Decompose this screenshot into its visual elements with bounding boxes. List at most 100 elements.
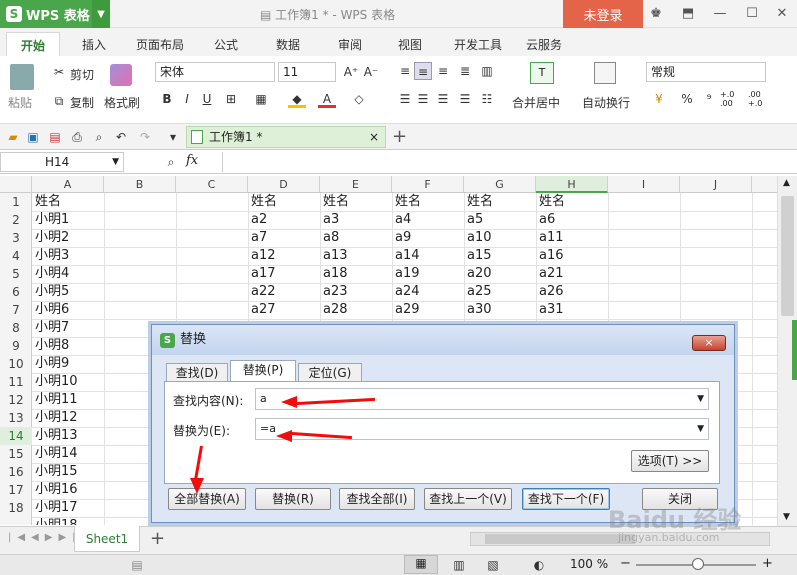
cell-header[interactable]: 姓名 xyxy=(249,193,319,211)
cell[interactable]: a27 xyxy=(249,301,319,319)
cell-a[interactable]: 小明8 xyxy=(33,337,103,355)
cell[interactable]: a11 xyxy=(537,229,607,247)
justify-icon[interactable]: ☰ xyxy=(456,90,474,108)
cell[interactable]: a29 xyxy=(393,301,463,319)
cell[interactable]: a21 xyxy=(537,265,607,283)
column-header[interactable]: I xyxy=(608,176,680,193)
cell[interactable]: a24 xyxy=(393,283,463,301)
tab-replace[interactable]: 替换(P) xyxy=(230,360,296,383)
cell[interactable]: a5 xyxy=(465,211,535,229)
customize-dropdown-icon[interactable]: ▾ xyxy=(164,128,182,146)
find-all-button[interactable]: 查找全部(I) xyxy=(339,488,415,510)
minimize-icon[interactable]: — xyxy=(712,6,728,22)
cell[interactable]: a12 xyxy=(249,247,319,265)
number-format-select[interactable]: 常规 xyxy=(646,62,766,82)
merge-center-button[interactable]: 合并居中 xyxy=(512,94,560,111)
row-header[interactable]: 7 xyxy=(0,301,32,319)
font-size-select[interactable]: 11 xyxy=(278,62,336,82)
tab-goto[interactable]: 定位(G) xyxy=(298,363,362,383)
normal-view-icon[interactable]: ▦ xyxy=(404,555,438,574)
cell-a[interactable]: 小明10 xyxy=(33,373,103,391)
cell-a[interactable]: 小明9 xyxy=(33,355,103,373)
cell-a[interactable]: 小明1 xyxy=(33,211,103,229)
paste-icon[interactable] xyxy=(10,64,34,90)
row-header[interactable]: 17 xyxy=(0,481,32,499)
name-box-dropdown-icon[interactable]: ▼ xyxy=(112,153,119,171)
decrease-decimal-button[interactable]: .00 +.0 xyxy=(748,90,770,108)
cell-a[interactable]: 小明14 xyxy=(33,445,103,463)
cell[interactable]: a10 xyxy=(465,229,535,247)
tab-insert[interactable]: 插入 xyxy=(82,36,106,53)
cell-a[interactable]: 小明3 xyxy=(33,247,103,265)
column-header[interactable]: F xyxy=(392,176,464,193)
cell-a[interactable]: 小明5 xyxy=(33,283,103,301)
align-top-icon[interactable]: ≡ xyxy=(396,62,414,80)
cell[interactable]: a18 xyxy=(321,265,391,283)
find-dropdown-icon[interactable]: ▼ xyxy=(697,389,704,409)
row-header[interactable]: 13 xyxy=(0,409,32,427)
row-header[interactable]: 3 xyxy=(0,229,32,247)
cell[interactable]: a23 xyxy=(321,283,391,301)
row-header-active[interactable]: 14 xyxy=(0,427,32,445)
cut-button[interactable]: 剪切 xyxy=(70,66,94,83)
tab-data[interactable]: 数据 xyxy=(276,36,300,53)
formula-input[interactable] xyxy=(222,152,797,172)
row-header[interactable]: 11 xyxy=(0,373,32,391)
cell[interactable]: a8 xyxy=(321,229,391,247)
cell[interactable]: a28 xyxy=(321,301,391,319)
cell-a[interactable]: 小明11 xyxy=(33,391,103,409)
format-painter-button[interactable]: 格式刷 xyxy=(104,94,140,111)
row-header[interactable]: 18 xyxy=(0,499,32,517)
open-folder-icon[interactable]: ▰ xyxy=(4,128,22,146)
row-header[interactable]: 15 xyxy=(0,445,32,463)
page-layout-view-icon[interactable]: ▥ xyxy=(450,556,468,574)
cell[interactable]: a6 xyxy=(537,211,607,229)
row-header[interactable]: 5 xyxy=(0,265,32,283)
cell-border-style-icon[interactable]: ▦ xyxy=(252,90,270,108)
column-header[interactable]: E xyxy=(320,176,392,193)
find-next-button[interactable]: 查找下一个(F) xyxy=(522,488,610,510)
dialog-close-button[interactable]: × xyxy=(692,335,726,351)
select-all-corner[interactable] xyxy=(0,176,32,193)
find-previous-button[interactable]: 查找上一个(V) xyxy=(424,488,512,510)
column-header[interactable]: G xyxy=(464,176,536,193)
export-pdf-icon[interactable]: ▤ xyxy=(46,128,64,146)
row-header[interactable]: 16 xyxy=(0,463,32,481)
page-break-view-icon[interactable]: ▧ xyxy=(484,556,502,574)
sheet-tab-sheet1[interactable]: Sheet1 xyxy=(74,526,140,552)
copy-button[interactable]: 复制 xyxy=(70,94,94,111)
horizontal-scroll-thumb[interactable] xyxy=(485,534,635,544)
scrollbar-thumb[interactable] xyxy=(781,196,794,316)
distributed-icon[interactable]: ☷ xyxy=(478,90,496,108)
cell-a[interactable]: 小明6 xyxy=(33,301,103,319)
wrap-text-button[interactable]: 自动换行 xyxy=(582,94,630,111)
replace-all-button[interactable]: 全部替换(A) xyxy=(168,488,246,510)
skin-icon[interactable]: ♚ xyxy=(648,6,664,22)
border-icon[interactable]: ⊞ xyxy=(222,90,240,108)
cell-a[interactable]: 小明13 xyxy=(33,427,103,445)
redo-icon[interactable]: ↷ xyxy=(136,128,154,146)
column-header[interactable]: J xyxy=(680,176,752,193)
find-input[interactable]: a ▼ xyxy=(255,388,709,410)
login-button[interactable]: 未登录 xyxy=(563,0,643,28)
row-header[interactable]: 6 xyxy=(0,283,32,301)
tab-home[interactable]: 开始 xyxy=(6,32,60,58)
cell[interactable]: a25 xyxy=(465,283,535,301)
align-bottom-icon[interactable]: ≡ xyxy=(434,62,452,80)
column-header[interactable]: A xyxy=(32,176,104,193)
scroll-up-icon[interactable]: ▲ xyxy=(783,178,790,188)
increase-decimal-button[interactable]: +.0 .00 xyxy=(720,90,742,108)
zoom-slider-thumb[interactable] xyxy=(692,558,704,570)
column-header[interactable]: B xyxy=(104,176,176,193)
cell[interactable]: a9 xyxy=(393,229,463,247)
restore-icon[interactable]: ⬒ xyxy=(680,6,696,22)
cell[interactable]: a20 xyxy=(465,265,535,283)
percent-button[interactable]: % xyxy=(678,90,696,108)
app-menu-dropdown[interactable]: ▼ xyxy=(92,0,110,28)
cell-header[interactable]: 姓名 xyxy=(537,193,607,211)
tab-review[interactable]: 审阅 xyxy=(338,36,362,53)
cell-a[interactable]: 小明18 xyxy=(33,517,103,525)
scroll-down-icon[interactable]: ▼ xyxy=(783,512,790,522)
replace-dropdown-icon[interactable]: ▼ xyxy=(697,419,704,439)
cell[interactable]: a7 xyxy=(249,229,319,247)
